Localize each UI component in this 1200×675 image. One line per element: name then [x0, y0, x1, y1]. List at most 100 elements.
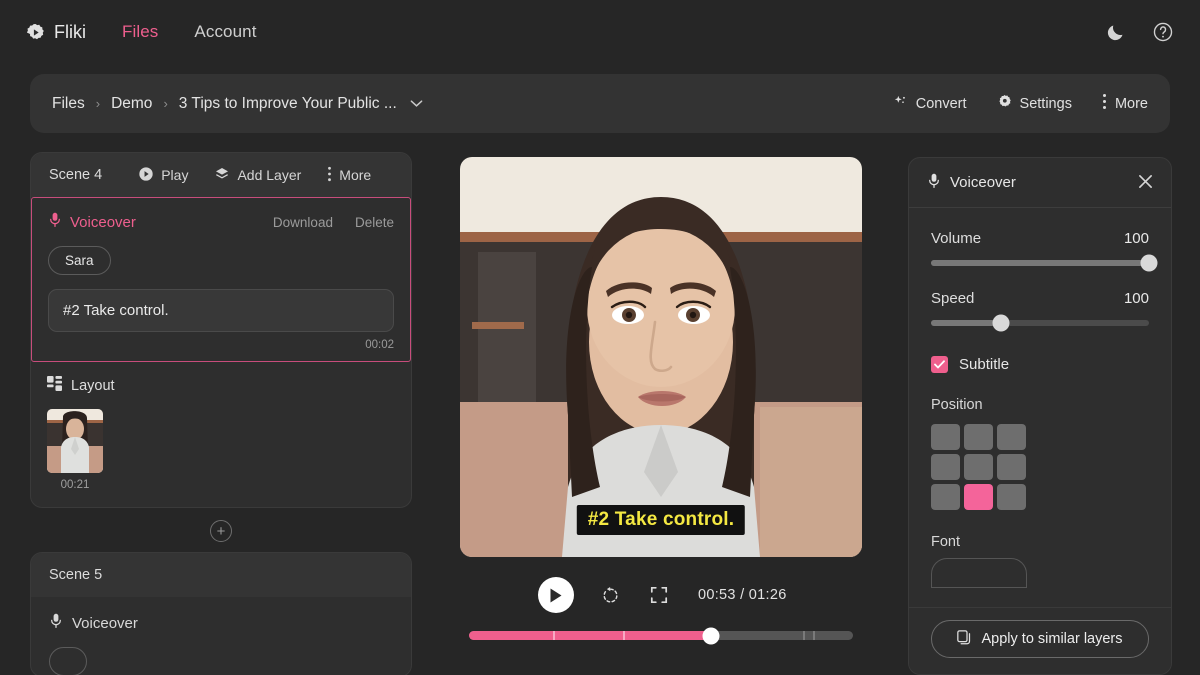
fullscreen-icon[interactable] — [650, 586, 668, 604]
panel-title-group: Voiceover — [927, 173, 1016, 193]
sparkles-icon — [893, 94, 908, 113]
gear-play-logo-icon — [26, 23, 45, 42]
convert-label: Convert — [915, 95, 967, 112]
panel-header: Voiceover — [909, 158, 1171, 208]
panel-title: Voiceover — [950, 174, 1016, 191]
breadcrumb-separator: › — [95, 96, 101, 111]
volume-slider-handle[interactable] — [1140, 254, 1158, 272]
layout-layer[interactable]: Layout 00:21 — [31, 362, 411, 507]
moon-icon[interactable] — [1105, 22, 1126, 43]
speed-slider-fill — [931, 320, 1001, 326]
breadcrumb-separator: › — [163, 96, 168, 111]
scene-card-4: Scene 4 Play Add Layer More Voiceover Do… — [30, 152, 412, 508]
help-circle-icon[interactable] — [1152, 21, 1174, 43]
delete-link[interactable]: Delete — [355, 215, 394, 230]
add-layer-label: Add Layer — [237, 167, 302, 183]
voiceover-duration: 00:02 — [365, 339, 394, 351]
position-cell-top-center[interactable] — [964, 424, 993, 450]
layout-clip[interactable]: 00:21 — [47, 409, 103, 491]
player-timecode: 00:53 / 01:26 — [698, 587, 787, 603]
scene-play-button[interactable]: Play — [138, 166, 188, 185]
video-frame — [460, 157, 862, 557]
position-cell-middle-left[interactable] — [931, 454, 960, 480]
position-label: Position — [931, 397, 983, 413]
volume-row: Volume 100 — [931, 230, 1149, 247]
video-player: #2 Take control. 00:53 / 01:26 — [460, 157, 862, 644]
progress-handle[interactable] — [702, 627, 720, 644]
copy-icon — [957, 629, 972, 649]
breadcrumb-item-project[interactable]: 3 Tips to Improve Your Public ... — [179, 95, 397, 113]
brand-name: Fliki — [54, 21, 86, 42]
voiceover-label-group: Voiceover — [48, 212, 136, 232]
top-navigation: Fliki Files Account — [0, 0, 1200, 64]
player-progress-bar[interactable] — [469, 627, 853, 644]
position-cell-bottom-center[interactable] — [964, 484, 993, 510]
clip-thumbnail[interactable] — [47, 409, 103, 473]
subtitle-position-grid — [931, 424, 1149, 510]
dots-vertical-icon — [1102, 93, 1107, 114]
speed-slider-handle[interactable] — [992, 314, 1010, 332]
top-navigation-right — [1105, 21, 1174, 43]
position-cell-bottom-right[interactable] — [997, 484, 1026, 510]
breadcrumb-item-files[interactable]: Files — [52, 95, 85, 113]
scene-5-voiceover-layer[interactable]: Voiceover — [49, 613, 393, 633]
app-root: Fliki Files Account Files › Demo › 3 Tip… — [0, 0, 1200, 675]
voice-name-chip[interactable]: Sara — [48, 246, 111, 275]
scene-marker — [553, 631, 556, 640]
add-layer-button[interactable]: Add Layer — [214, 166, 301, 185]
position-cell-middle-right[interactable] — [997, 454, 1026, 480]
position-cell-top-left[interactable] — [931, 424, 960, 450]
more-label: More — [1114, 95, 1148, 112]
position-cell-bottom-left[interactable] — [931, 484, 960, 510]
layout-label: Layout — [71, 377, 115, 394]
scene-5-voice-chip[interactable] — [49, 647, 87, 675]
nav-link-account[interactable]: Account — [194, 22, 256, 42]
subtitle-toggle-row[interactable]: Subtitle — [931, 356, 1149, 373]
close-icon[interactable] — [1138, 174, 1153, 192]
add-scene-row: + — [30, 508, 412, 552]
microphone-icon — [49, 613, 63, 633]
check-icon — [934, 360, 945, 369]
scene-play-label: Play — [161, 167, 189, 183]
video-preview[interactable]: #2 Take control. — [460, 157, 862, 557]
apply-to-similar-layers-button[interactable]: Apply to similar layers — [931, 620, 1149, 658]
position-cell-middle-center[interactable] — [964, 454, 993, 480]
scene-more-button[interactable]: More — [327, 166, 371, 185]
apply-button-label: Apply to similar layers — [981, 631, 1123, 647]
subtitle-checkbox[interactable] — [931, 356, 948, 373]
scene-more-label: More — [339, 167, 372, 183]
font-label: Font — [931, 534, 961, 550]
play-button[interactable] — [538, 577, 574, 613]
breadcrumb-item-demo[interactable]: Demo — [111, 95, 152, 113]
convert-button[interactable]: Convert — [893, 94, 967, 113]
voiceover-script-input[interactable] — [48, 289, 394, 332]
position-cell-top-right[interactable] — [997, 424, 1026, 450]
player-controls: 00:53 / 01:26 — [460, 577, 862, 613]
nav-link-files[interactable]: Files — [122, 22, 158, 42]
scene-marker — [803, 631, 806, 640]
download-link[interactable]: Download — [273, 215, 333, 230]
scene-5-body: Voiceover — [31, 597, 411, 675]
chevron-down-icon[interactable] — [410, 97, 423, 111]
brand-logo[interactable]: Fliki — [26, 22, 86, 43]
microphone-icon — [48, 212, 62, 232]
volume-slider[interactable] — [931, 254, 1158, 272]
settings-button[interactable]: Settings — [997, 94, 1072, 113]
font-select[interactable] — [931, 558, 1027, 588]
scene-4-header: Scene 4 Play Add Layer More — [31, 153, 411, 197]
scene-5-header[interactable]: Scene 5 — [31, 553, 411, 597]
grid-layout-icon — [47, 376, 62, 395]
more-button[interactable]: More — [1102, 93, 1148, 114]
restart-icon[interactable] — [601, 586, 620, 605]
scene-marker — [622, 631, 625, 640]
speed-slider[interactable] — [931, 314, 1149, 332]
microphone-icon — [927, 173, 941, 193]
speed-label: Speed — [931, 290, 975, 307]
dots-vertical-icon — [327, 166, 332, 185]
speed-value: 100 — [1123, 290, 1149, 307]
voiceover-properties-panel: Voiceover Volume 100 Speed 100 Subtitle … — [908, 157, 1172, 675]
panel-footer: Apply to similar layers — [909, 607, 1171, 674]
plus-circle-icon[interactable]: + — [210, 520, 232, 542]
video-subtitle: #2 Take control. — [576, 505, 746, 535]
voiceover-layer-selected[interactable]: Voiceover Download Delete Sara 00:02 — [31, 197, 411, 362]
